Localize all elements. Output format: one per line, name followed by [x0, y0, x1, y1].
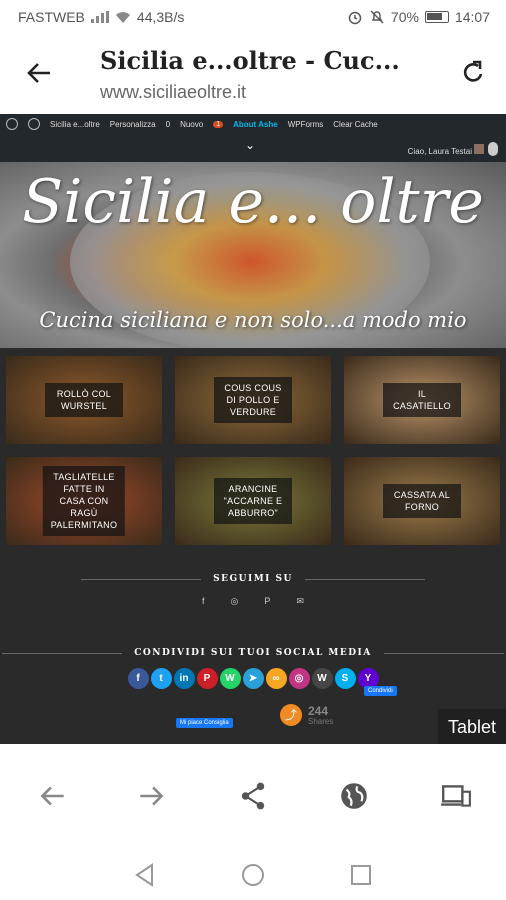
wp-admin-subbar: ⌄ Ciao, Laura Testai	[0, 134, 506, 162]
back-icon[interactable]	[36, 780, 68, 812]
featured-card[interactable]: ROLLÒ COL WURSTEL	[6, 356, 162, 444]
browser-toolbar	[0, 744, 506, 852]
page-url[interactable]: www.siciliaeoltre.it	[100, 82, 246, 103]
share-counter[interactable]: ⤴ 244 Shares	[280, 704, 333, 726]
admin-item-customize[interactable]: Personalizza	[110, 120, 156, 129]
system-home-icon[interactable]	[240, 862, 266, 888]
card-label[interactable]: ARANCINE "ACCARNE E ABBURRO"	[214, 478, 292, 524]
card-label[interactable]: IL CASATIELLO	[383, 383, 461, 417]
reload-icon[interactable]	[458, 58, 488, 88]
devices-icon[interactable]	[440, 780, 472, 812]
share-button[interactable]: ◎	[288, 668, 310, 689]
email-icon[interactable]: ✉	[296, 596, 304, 607]
admin-greeting[interactable]: Ciao, Laura Testai	[408, 147, 472, 156]
card-label[interactable]: CASSATA AL FORNO	[383, 484, 461, 518]
battery-percent: 70%	[390, 9, 419, 25]
dashboard-icon[interactable]	[28, 118, 40, 130]
mute-icon	[370, 10, 384, 24]
carrier-label: FASTWEB	[18, 9, 85, 25]
share-button[interactable]: ∞	[265, 668, 287, 689]
network-speed: 44,3B/s	[136, 9, 185, 25]
site-title[interactable]: Sicilia e... oltre	[0, 170, 506, 234]
share-button[interactable]: ➤	[242, 668, 264, 689]
featured-card[interactable]: IL CASATIELLO	[344, 356, 500, 444]
wifi-icon	[115, 12, 130, 23]
admin-item-about-ashe[interactable]: About Ashe	[233, 120, 278, 129]
signal-icon	[90, 11, 109, 23]
globe-icon[interactable]	[338, 780, 370, 812]
clock: 14:07	[454, 9, 490, 25]
share-icon[interactable]: ⤴	[280, 704, 302, 726]
pinterest-icon[interactable]: P	[264, 596, 270, 607]
follow-title: SEGUIMI SU	[213, 574, 293, 584]
alarm-icon	[348, 11, 362, 25]
chevron-down-icon[interactable]: ⌄	[245, 138, 255, 152]
tablet-badge: Tablet	[437, 709, 506, 744]
share-button[interactable]: f	[127, 668, 149, 689]
facebook-icon[interactable]: f	[202, 596, 205, 607]
share-icon[interactable]	[237, 780, 269, 812]
admin-item-new[interactable]: Nuovo	[180, 120, 203, 129]
share-button[interactable]: W	[219, 668, 241, 689]
share-section: CONDIVIDI SUI TUOI SOCIAL MEDIA f t in P W ➤ ∞…	[0, 648, 506, 689]
share-count-label: Shares	[308, 716, 334, 726]
system-recents-icon[interactable]	[348, 862, 374, 888]
admin-item-site[interactable]: Sicilia e...oltre	[50, 120, 100, 129]
share-title: CONDIVIDI SUI TUOI SOCIAL MEDIA	[134, 648, 372, 658]
card-label[interactable]: ROLLÒ COL WURSTEL	[45, 383, 123, 417]
featured-card[interactable]: TAGLIATELLE FATTE IN CASA CON RAGÙ PALER…	[6, 457, 162, 545]
fb-share-button[interactable]: Condividi	[364, 686, 397, 696]
accessibility-icon[interactable]	[488, 142, 498, 156]
site-tagline: Cucina siciliana e non solo...a modo mio	[39, 308, 467, 332]
website-viewport: Sicilia e...oltre Personalizza 0 Nuovo 1…	[0, 114, 506, 744]
share-buttons: f t in P W ➤ ∞ ◎ W S Y	[0, 668, 506, 689]
share-count: 244	[308, 703, 329, 718]
avatar[interactable]	[474, 144, 484, 154]
browser-header: Sicilia e...oltre - Cuc... www.siciliaeo…	[0, 34, 506, 114]
follow-section: SEGUIMI SU f ◎ P ✉	[0, 574, 506, 607]
share-button[interactable]: S	[334, 668, 356, 689]
system-back-icon[interactable]	[132, 862, 158, 888]
card-label[interactable]: TAGLIATELLE FATTE IN CASA CON RAGÙ PALER…	[42, 466, 126, 536]
share-button[interactable]: P	[196, 668, 218, 689]
admin-updates-badge[interactable]: 1	[213, 120, 224, 128]
hero-banner: Sicilia e... oltre Cucina siciliana e no…	[0, 162, 506, 348]
status-bar: FASTWEB 44,3B/s 70% 14:07	[0, 0, 506, 34]
wp-admin-bar: Sicilia e...oltre Personalizza 0 Nuovo 1…	[0, 114, 506, 134]
fb-like-button[interactable]: Mi piace Consiglia	[176, 718, 233, 728]
share-button[interactable]: W	[311, 668, 333, 689]
system-navigation	[0, 852, 506, 900]
featured-card[interactable]: COUS COUS DI POLLO E VERDURE	[175, 356, 331, 444]
share-button[interactable]: t	[150, 668, 172, 689]
page-title: Sicilia e...oltre - Cuc...	[100, 46, 400, 75]
featured-card[interactable]: CASSATA AL FORNO	[344, 457, 500, 545]
admin-item-clear-cache[interactable]: Clear Cache	[333, 120, 377, 129]
admin-item-wpforms[interactable]: WPForms	[288, 120, 324, 129]
featured-card[interactable]: ARANCINE "ACCARNE E ABBURRO"	[175, 457, 331, 545]
forward-icon[interactable]	[136, 780, 168, 812]
wordpress-icon[interactable]	[6, 118, 18, 130]
share-button[interactable]: in	[173, 668, 195, 689]
admin-item-comments[interactable]: 0	[166, 120, 170, 129]
card-label[interactable]: COUS COUS DI POLLO E VERDURE	[214, 377, 292, 423]
back-arrow-icon[interactable]	[24, 58, 54, 88]
battery-icon	[424, 11, 449, 23]
featured-grid: ROLLÒ COL WURSTEL COUS COUS DI POLLO E V…	[6, 356, 500, 545]
instagram-icon[interactable]: ◎	[231, 596, 239, 607]
